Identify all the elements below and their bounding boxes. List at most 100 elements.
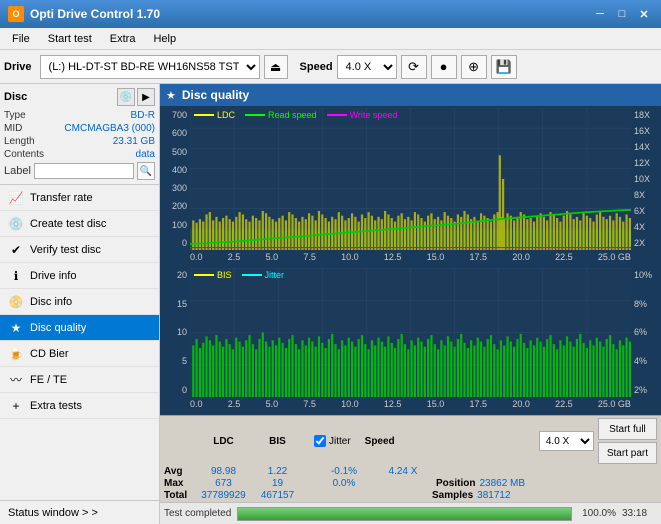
bis-header: BIS bbox=[255, 436, 300, 447]
disc-quality-header-icon: ★ bbox=[166, 89, 176, 102]
total-label: Total bbox=[164, 490, 192, 501]
disc-label-label: Label bbox=[4, 165, 31, 177]
menu-help[interactable]: Help bbox=[145, 29, 184, 49]
samples-label: Samples bbox=[432, 490, 473, 501]
disc-mid-label: MID bbox=[4, 123, 22, 134]
record-button[interactable]: ● bbox=[431, 55, 457, 79]
sidebar-item-label: Verify test disc bbox=[30, 244, 101, 256]
disc-label-button[interactable]: 🔍 bbox=[137, 162, 155, 180]
drive-info-icon: ℹ bbox=[8, 268, 24, 284]
sidebar-item-disc-info[interactable]: 📀 Disc info bbox=[0, 289, 159, 315]
progress-text: 100.0% bbox=[578, 508, 616, 519]
avg-bis: 1.22 bbox=[255, 466, 300, 477]
chart1-y-right: 18X 16X 14X 12X 10X 8X 6X 4X 2X bbox=[631, 108, 659, 250]
menu-extra[interactable]: Extra bbox=[102, 29, 144, 49]
sidebar-item-verify-test-disc[interactable]: ✔ Verify test disc bbox=[0, 237, 159, 263]
sidebar-item-fe-te[interactable]: 〰 FE / TE bbox=[0, 367, 159, 393]
max-jitter: 0.0% bbox=[314, 478, 374, 489]
sidebar-item-disc-quality[interactable]: ★ Disc quality bbox=[0, 315, 159, 341]
close-button[interactable]: ✕ bbox=[635, 5, 653, 23]
sidebar-item-extra-tests[interactable]: + Extra tests bbox=[0, 393, 159, 419]
refresh-button[interactable]: ⟳ bbox=[401, 55, 427, 79]
app-title: Opti Drive Control 1.70 bbox=[30, 7, 160, 21]
chart1-wrapper: 700 600 500 400 300 200 100 0 LDC bbox=[162, 108, 659, 250]
start-part-button[interactable]: Start part bbox=[598, 442, 657, 464]
chart1-x-axis: 0.02.55.07.510.0 12.515.017.520.022.525.… bbox=[162, 252, 659, 266]
progress-bar-container: Test completed 100.0% 33:18 bbox=[160, 502, 661, 524]
maximize-button[interactable]: □ bbox=[613, 5, 631, 23]
avg-ldc: 98.98 bbox=[196, 466, 251, 477]
position-value: 23862 MB bbox=[479, 478, 525, 489]
status-text: Test completed bbox=[164, 508, 231, 519]
drive-label: Drive bbox=[4, 61, 32, 73]
max-bis: 19 bbox=[255, 478, 300, 489]
charts-container: 700 600 500 400 300 200 100 0 LDC bbox=[160, 106, 661, 415]
legend-read-speed: Read speed bbox=[245, 110, 317, 120]
disc-mid-value: CMCMAGBA3 (000) bbox=[64, 123, 155, 134]
menu-start-test[interactable]: Start test bbox=[40, 29, 100, 49]
speed-label: Speed bbox=[300, 61, 333, 73]
max-ldc: 673 bbox=[196, 478, 251, 489]
cd-bier-icon: 🍺 bbox=[8, 346, 24, 362]
time-text: 33:18 bbox=[622, 508, 657, 519]
drive-select[interactable]: (L:) HL-DT-ST BD-RE WH16NS58 TST4 bbox=[40, 55, 260, 79]
speed-select[interactable]: 4.0 X bbox=[337, 55, 397, 79]
disc-info-icon: 📀 bbox=[8, 294, 24, 310]
sidebar-item-label: Extra tests bbox=[30, 400, 82, 412]
disc-icon-2[interactable]: ▶ bbox=[137, 88, 155, 106]
disc-length-label: Length bbox=[4, 136, 35, 147]
disc-type-label: Type bbox=[4, 110, 26, 121]
speed-header: Speed bbox=[355, 436, 405, 447]
jitter-label: Jitter bbox=[329, 436, 351, 447]
test-speed-select[interactable]: 4.0 X bbox=[539, 431, 594, 451]
menu-file[interactable]: File bbox=[4, 29, 38, 49]
position-label: Position bbox=[436, 478, 475, 489]
chart2-wrapper: 20 15 10 5 0 BIS Jitter bbox=[162, 268, 659, 397]
sidebar-item-label: Disc info bbox=[30, 296, 72, 308]
legend-ldc: LDC bbox=[194, 110, 235, 120]
sidebar-item-label: FE / TE bbox=[30, 374, 67, 386]
save-button[interactable]: 💾 bbox=[491, 55, 517, 79]
legend-ldc-label: LDC bbox=[217, 110, 235, 120]
jitter-checkbox[interactable] bbox=[314, 435, 326, 447]
add-button[interactable]: ⊕ bbox=[461, 55, 487, 79]
sidebar-item-drive-info[interactable]: ℹ Drive info bbox=[0, 263, 159, 289]
menu-bar: File Start test Extra Help bbox=[0, 28, 661, 50]
transfer-rate-icon: 📈 bbox=[8, 190, 24, 206]
legend-jitter-label: Jitter bbox=[265, 270, 285, 280]
eject-button[interactable]: ⏏ bbox=[264, 55, 288, 79]
jitter-checkbox-label[interactable]: Jitter bbox=[314, 435, 351, 447]
status-window-label: Status window > > bbox=[8, 507, 98, 519]
total-ldc: 37789929 bbox=[196, 490, 251, 501]
disc-label-row: Label 🔍 bbox=[4, 162, 155, 180]
minimize-button[interactable]: ─ bbox=[591, 5, 609, 23]
disc-type-value: BD-R bbox=[131, 110, 155, 121]
chart1-y-left: 700 600 500 400 300 200 100 0 bbox=[162, 108, 190, 250]
chart2-svg bbox=[190, 268, 631, 397]
disc-type-row: Type BD-R bbox=[4, 110, 155, 121]
progress-bar bbox=[237, 507, 572, 521]
avg-jitter: -0.1% bbox=[314, 466, 374, 477]
disc-label-input[interactable] bbox=[34, 163, 134, 179]
avg-label: Avg bbox=[164, 466, 192, 477]
sidebar-item-transfer-rate[interactable]: 📈 Transfer rate bbox=[0, 185, 159, 211]
sidebar-item-label: Transfer rate bbox=[30, 192, 93, 204]
create-test-disc-icon: 💿 bbox=[8, 216, 24, 232]
disc-icon-1[interactable]: 💿 bbox=[117, 88, 135, 106]
verify-test-disc-icon: ✔ bbox=[8, 242, 24, 258]
avg-speed: 4.24 X bbox=[378, 466, 428, 477]
disc-length-row: Length 23.31 GB bbox=[4, 136, 155, 147]
sidebar-item-create-test-disc[interactable]: 💿 Create test disc bbox=[0, 211, 159, 237]
chart1-legend: LDC Read speed Write speed bbox=[194, 110, 397, 120]
sidebar-item-cd-bier[interactable]: 🍺 CD Bier bbox=[0, 341, 159, 367]
disc-quality-icon: ★ bbox=[8, 320, 24, 336]
status-window-button[interactable]: Status window > > bbox=[0, 500, 159, 524]
total-bis: 467157 bbox=[255, 490, 300, 501]
chart2-y-left: 20 15 10 5 0 bbox=[162, 268, 190, 397]
start-full-button[interactable]: Start full bbox=[598, 418, 657, 440]
drive-bar: Drive (L:) HL-DT-ST BD-RE WH16NS58 TST4 … bbox=[0, 50, 661, 84]
app-icon: O bbox=[8, 6, 24, 22]
disc-quality-header: ★ Disc quality bbox=[160, 84, 661, 106]
disc-contents-label: Contents bbox=[4, 149, 44, 160]
max-label: Max bbox=[164, 478, 192, 489]
